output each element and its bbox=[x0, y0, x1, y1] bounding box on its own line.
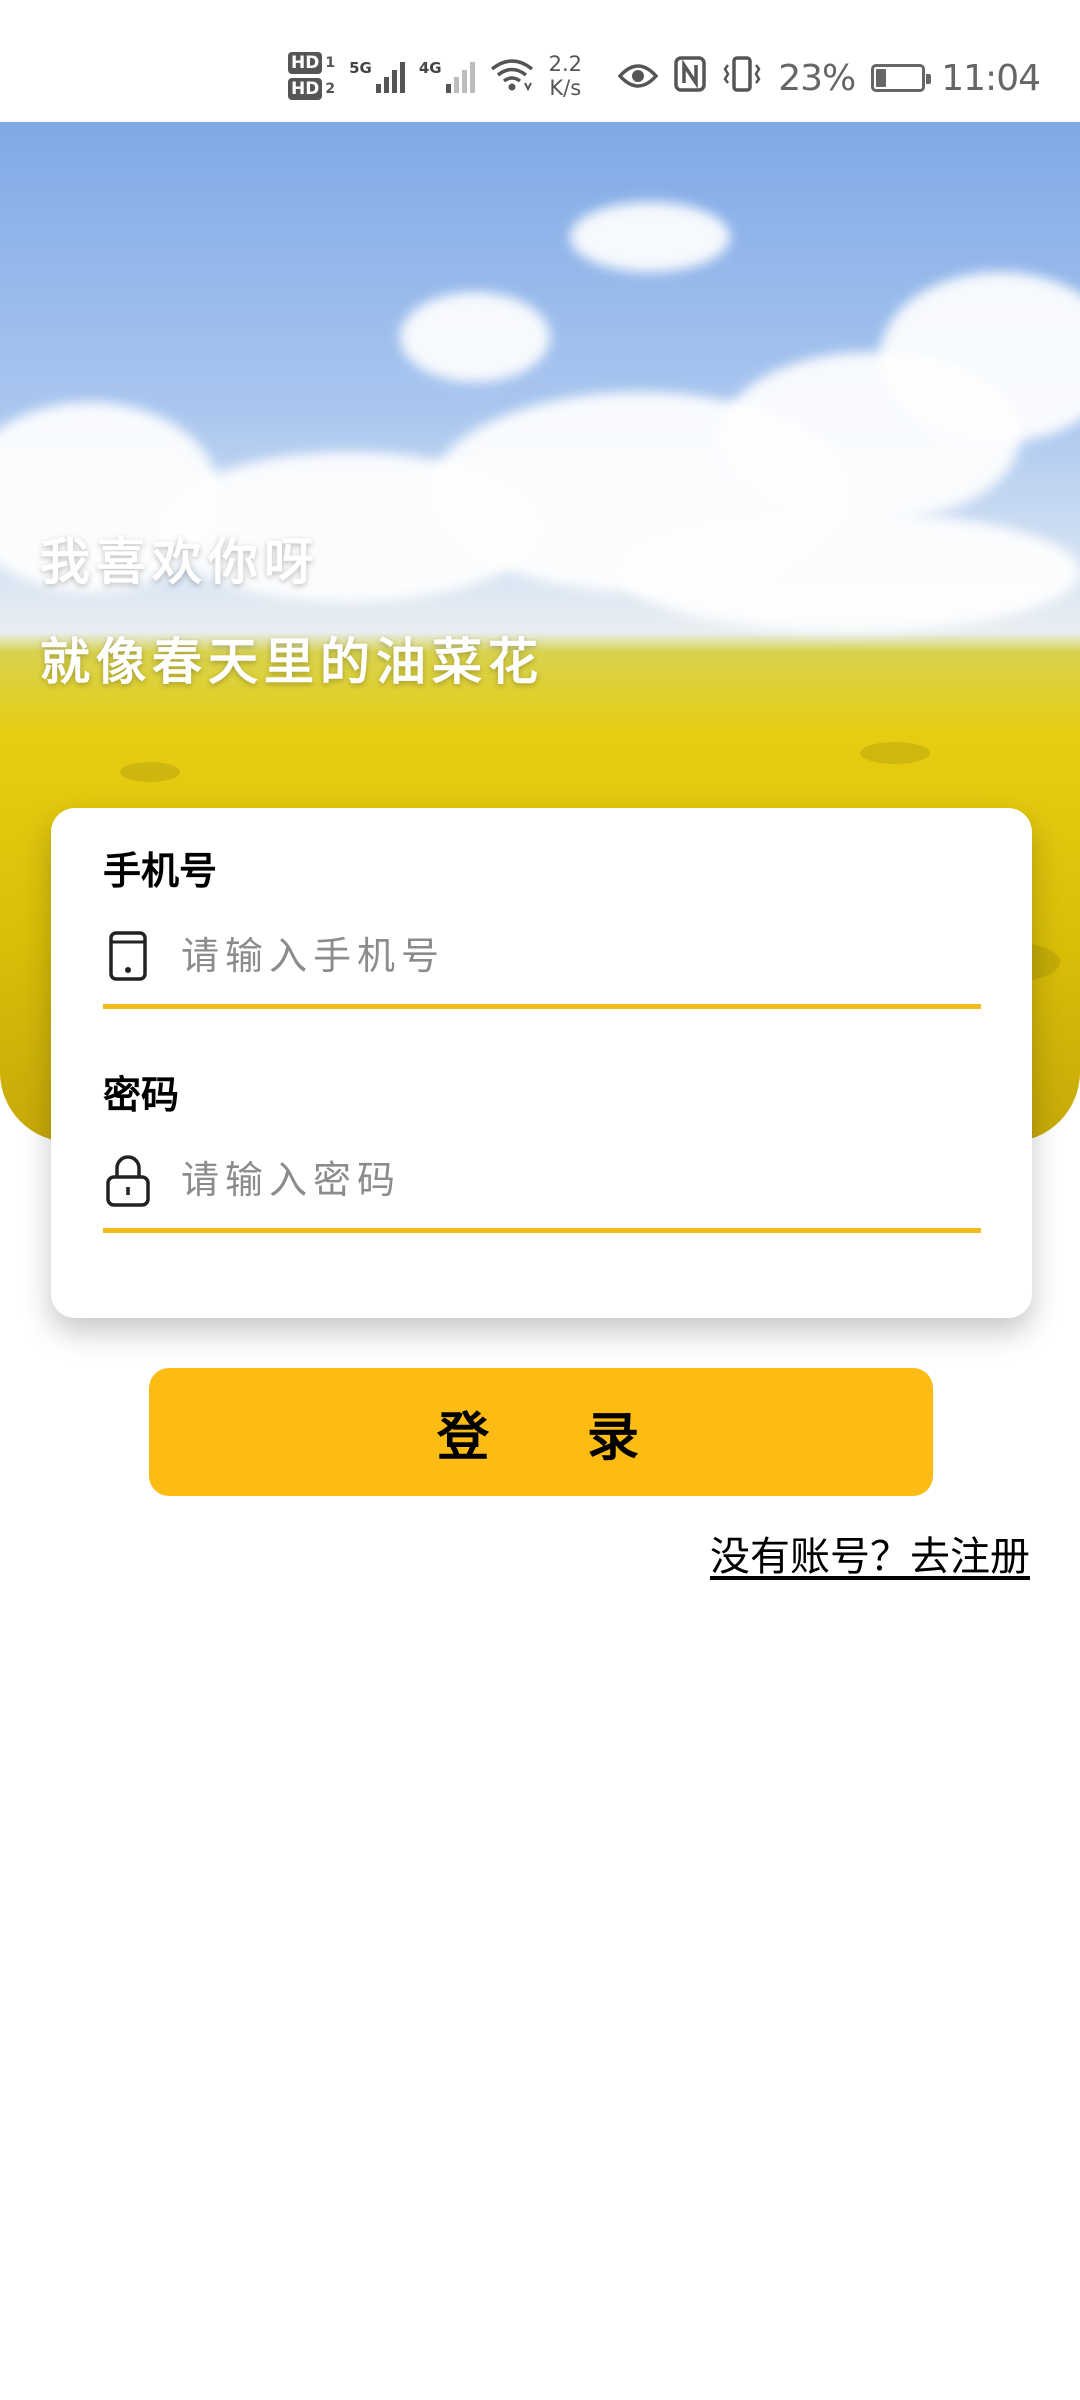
hd-sim2: HD 2 bbox=[288, 78, 335, 100]
login-button[interactable]: 登 录 bbox=[149, 1368, 933, 1496]
network-speed-unit: K/s bbox=[549, 76, 582, 100]
cloud-shape bbox=[570, 202, 730, 272]
field-texture bbox=[860, 742, 930, 764]
network-speed-value: 2.2 bbox=[548, 52, 582, 76]
password-input[interactable] bbox=[179, 1157, 981, 1203]
wifi-icon bbox=[489, 57, 535, 95]
network-type-sim1: 5G bbox=[349, 59, 372, 77]
status-bar-left: HD 1 HD 2 5G 4G 2.2 K/s bbox=[288, 44, 582, 108]
hd-sim1: HD 1 bbox=[288, 52, 335, 74]
phone-field-row bbox=[103, 908, 981, 1009]
login-card: 手机号 密码 bbox=[51, 808, 1032, 1318]
vibrate-icon bbox=[722, 55, 762, 101]
phone-label: 手机号 bbox=[103, 849, 218, 893]
signal-sim2: 4G bbox=[419, 59, 475, 93]
phone-input[interactable] bbox=[179, 933, 981, 979]
password-field-row bbox=[103, 1132, 981, 1233]
status-bar: HD 1 HD 2 5G 4G 2.2 K/s 23% 11:04 bbox=[0, 0, 1080, 122]
hd-sim2-num: 2 bbox=[325, 81, 336, 97]
battery-level-fill bbox=[876, 69, 887, 87]
register-link[interactable]: 没有账号？去注册 bbox=[710, 1524, 1030, 1582]
eye-comfort-icon bbox=[617, 58, 659, 99]
field-texture bbox=[120, 762, 180, 782]
network-type-sim2: 4G bbox=[418, 59, 442, 77]
hero-slogan-line2: 就像春天里的油菜花 bbox=[40, 633, 544, 691]
battery-percent: 23% bbox=[778, 57, 856, 99]
status-bar-right: 23% 11:04 bbox=[617, 52, 1041, 104]
hd-indicators: HD 1 HD 2 bbox=[288, 52, 335, 100]
hero-slogan-line1: 我喜欢你呀 bbox=[40, 533, 320, 591]
signal-sim1: 5G bbox=[349, 59, 405, 93]
network-speed: 2.2 K/s bbox=[549, 52, 582, 100]
hd-sim1-label: HD bbox=[288, 52, 323, 74]
lock-icon bbox=[103, 1152, 153, 1208]
nfc-icon bbox=[674, 55, 706, 101]
signal-bars-weak-icon bbox=[445, 59, 475, 93]
hd-sim2-label: HD bbox=[288, 78, 323, 100]
hd-sim1-num: 1 bbox=[325, 55, 336, 71]
password-label: 密码 bbox=[103, 1073, 180, 1117]
clock: 11:04 bbox=[941, 57, 1041, 99]
phone-icon bbox=[103, 928, 153, 984]
battery-icon bbox=[871, 64, 932, 92]
cloud-shape bbox=[400, 292, 550, 382]
cloud-shape bbox=[620, 512, 1080, 632]
signal-bars-icon bbox=[375, 59, 405, 93]
